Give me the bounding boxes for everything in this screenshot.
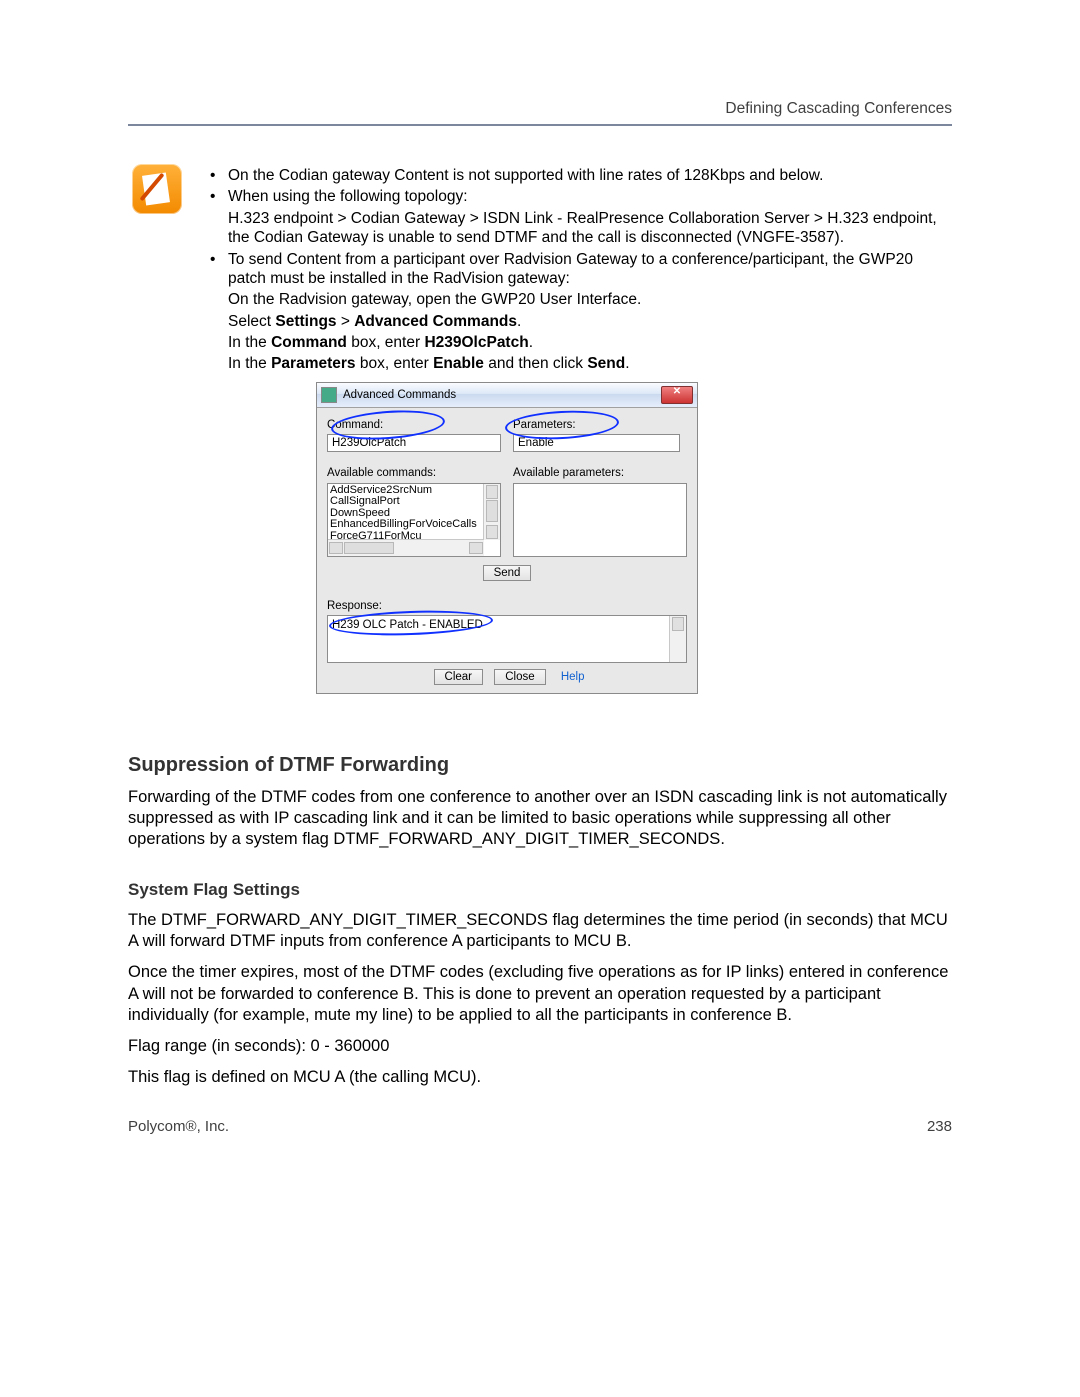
divider — [128, 124, 952, 126]
sub-step-1: On the Radvision gateway, open the GWP20… — [228, 290, 952, 309]
list-item[interactable]: EnhancedBillingForVoiceCalls — [330, 519, 477, 531]
list-item[interactable]: CallSignalPort — [330, 496, 477, 508]
parameters-input[interactable] — [513, 434, 680, 452]
available-parameters-list[interactable] — [513, 483, 687, 557]
app-icon — [321, 387, 337, 403]
available-parameters-label: Available parameters: — [513, 466, 687, 480]
response-label: Response: — [327, 599, 687, 613]
header-title: Defining Cascading Conferences — [725, 100, 952, 118]
available-commands-label: Available commands: — [327, 466, 501, 480]
note-icon — [132, 164, 182, 214]
command-label: Command: — [327, 418, 501, 432]
body-paragraph: Forwarding of the DTMF codes from one co… — [128, 787, 952, 850]
scrollbar-horizontal[interactable] — [328, 539, 484, 556]
advanced-commands-dialog: Advanced Commands Command: Parameters: — [316, 382, 698, 694]
bullet-2-text: When using the following topology: — [228, 188, 468, 205]
body-paragraph: This flag is defined on MCU A (the calli… — [128, 1067, 952, 1088]
response-box: H239 OLC Patch - ENABLED — [327, 615, 687, 663]
bullet-1: On the Codian gateway Content is not sup… — [206, 166, 952, 185]
close-button[interactable]: Close — [494, 669, 545, 685]
subsection-heading: System Flag Settings — [128, 880, 952, 900]
notes-block: On the Codian gateway Content is not sup… — [206, 166, 952, 694]
bullet-2-sub: H.323 endpoint > Codian Gateway > ISDN L… — [228, 209, 952, 248]
close-icon[interactable] — [661, 386, 693, 404]
parameters-label: Parameters: — [513, 418, 687, 432]
clear-button[interactable]: Clear — [434, 669, 483, 685]
section-heading: Suppression of DTMF Forwarding — [128, 754, 952, 777]
send-button[interactable]: Send — [483, 565, 532, 581]
body-paragraph: Once the timer expires, most of the DTMF… — [128, 962, 952, 1025]
body-paragraph: The DTMF_FORWARD_ANY_DIGIT_TIMER_SECONDS… — [128, 910, 952, 952]
scrollbar-vertical[interactable] — [483, 484, 500, 540]
response-text: H239 OLC Patch - ENABLED — [332, 619, 483, 631]
command-input[interactable] — [327, 434, 501, 452]
sub-step-4: In the Parameters box, enter Enable and … — [228, 354, 952, 373]
sub-step-3: In the Command box, enter H239OlcPatch. — [228, 333, 952, 352]
footer-company: Polycom®, Inc. — [128, 1118, 229, 1135]
scrollbar-vertical[interactable] — [669, 616, 686, 662]
page-number: 238 — [927, 1118, 952, 1135]
sub-step-2: Select Settings > Advanced Commands. — [228, 312, 952, 331]
bullet-3-text: To send Content from a participant over … — [228, 251, 913, 287]
help-link[interactable]: Help — [561, 671, 585, 683]
body-paragraph: Flag range (in seconds): 0 - 360000 — [128, 1036, 952, 1057]
bullet-2: When using the following topology: H.323… — [206, 187, 952, 247]
dialog-title: Advanced Commands — [343, 388, 661, 402]
available-commands-list[interactable]: AddService2SrcNum CallSignalPort DownSpe… — [327, 483, 501, 557]
bullet-3: To send Content from a participant over … — [206, 250, 952, 374]
